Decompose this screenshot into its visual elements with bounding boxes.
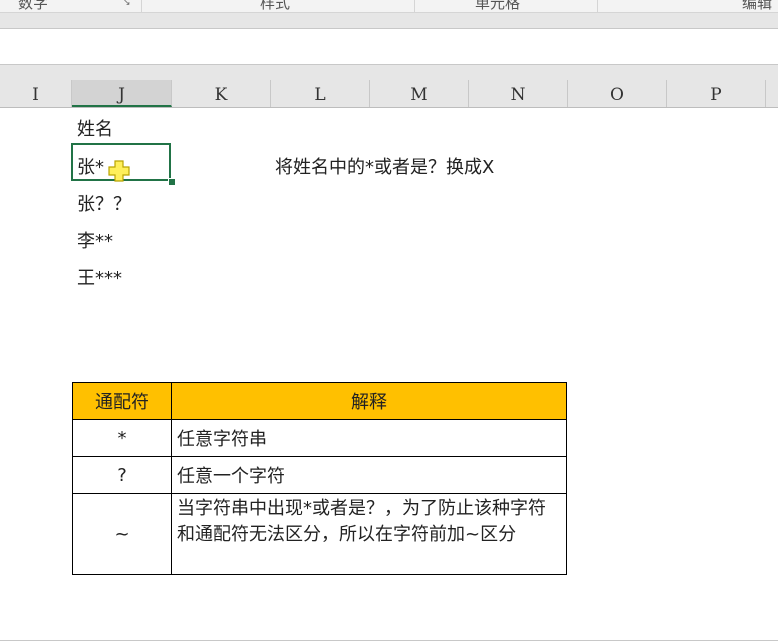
column-header-m[interactable]: M [370, 80, 469, 107]
sheet-bottom-divider [0, 640, 778, 641]
wildcard-symbol[interactable]: ? [72, 456, 172, 494]
cell-j-5[interactable]: 王*** [77, 264, 122, 290]
table-row: * 任意字符串 [72, 419, 567, 457]
column-header-n[interactable]: N [469, 80, 568, 107]
ribbon-bottom-band [0, 13, 778, 29]
ribbon-group-styles: 样式 [260, 0, 291, 12]
column-header-o[interactable]: O [568, 80, 667, 107]
cell-j-3[interactable]: 张？？ [77, 190, 131, 216]
column-header-p[interactable]: P [667, 80, 766, 107]
column-header-k[interactable]: K [172, 80, 271, 107]
header-explanation[interactable]: 解释 [171, 382, 567, 420]
column-header-j[interactable]: J [72, 80, 172, 107]
cell-j-4[interactable]: 李** [77, 227, 113, 253]
column-headers: I J K L M N O P [0, 80, 778, 108]
ribbon-group-editing: 编辑 [742, 0, 773, 12]
dialog-launcher-icon[interactable]: ↘ [123, 0, 131, 8]
ribbon-group-labels: 数字 ↘ 样式 单元格 编辑 [0, 0, 778, 13]
cell-cursor-icon [108, 160, 130, 182]
column-header-i[interactable]: I [0, 80, 72, 107]
ribbon-group-cells: 单元格 [475, 0, 521, 12]
wildcard-description[interactable]: 任意字符串 [171, 419, 567, 457]
fill-handle[interactable] [168, 178, 176, 186]
formula-bar[interactable] [0, 29, 778, 65]
table-row: ~ 当字符串中出现*或者是？，为了防止该种字符和通配符无法区分，所以在字符前加~… [72, 493, 567, 575]
wildcard-table: 通配符 解释 * 任意字符串 ? 任意一个字符 ~ 当字符串中出现*或者是？，为… [72, 382, 567, 575]
wildcard-symbol[interactable]: ~ [72, 493, 172, 575]
table-header-row: 通配符 解释 [72, 382, 567, 420]
table-row: ? 任意一个字符 [72, 456, 567, 494]
wildcard-description[interactable]: 当字符串中出现*或者是？，为了防止该种字符和通配符无法区分，所以在字符前加~区分 [171, 493, 567, 575]
wildcard-symbol[interactable]: * [72, 419, 172, 457]
wildcard-description[interactable]: 任意一个字符 [171, 456, 567, 494]
column-header-l[interactable]: L [271, 80, 370, 107]
toolbar-gap [0, 65, 778, 80]
header-wildcard[interactable]: 通配符 [72, 382, 172, 420]
ribbon-group-number: 数字 [18, 0, 49, 12]
instruction-note[interactable]: 将姓名中的*或者是？换成X [275, 153, 494, 179]
cell-j-name-header[interactable]: 姓名 [77, 115, 113, 141]
